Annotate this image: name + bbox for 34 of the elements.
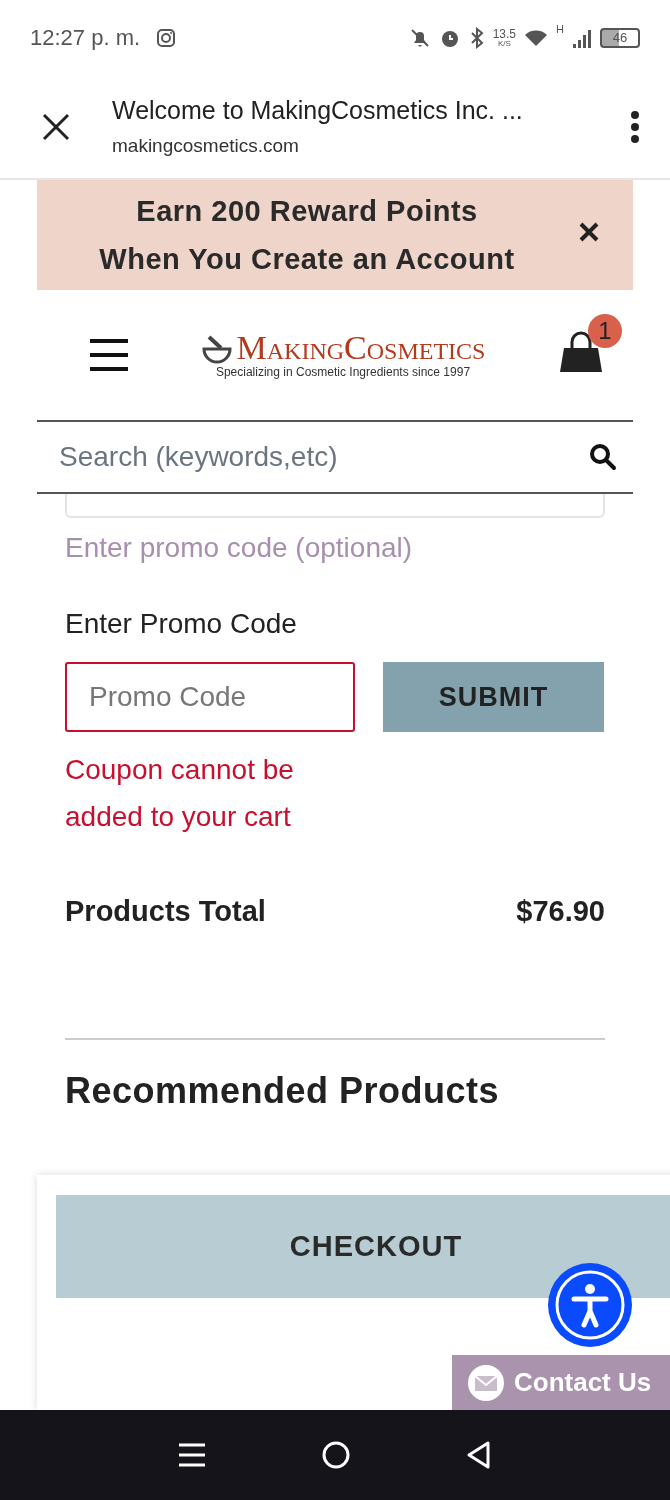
back-icon[interactable] xyxy=(467,1441,492,1469)
page-title: Welcome to MakingCosmetics Inc. ... xyxy=(112,96,524,125)
close-icon[interactable] xyxy=(42,112,70,141)
section-heading: Recommended Products xyxy=(65,1070,501,1112)
network-speed: 13.5 K/S xyxy=(492,27,517,48)
search-field[interactable]: Search (keywords,etc) xyxy=(59,441,589,473)
recent-apps-icon[interactable] xyxy=(178,1442,205,1468)
page-url: makingcosmetics.com xyxy=(112,135,300,157)
brand-tagline: Specializing in Cosmetic Ingredients since 1997 xyxy=(215,365,471,379)
submit-button[interactable]: SUBMIT xyxy=(383,662,604,732)
brand-logo[interactable]: MakingCosmetics xyxy=(236,331,486,365)
mortar-pestle-icon xyxy=(200,335,233,365)
close-icon[interactable] xyxy=(579,222,599,242)
checkout-button[interactable]: CHECKOUT xyxy=(56,1195,670,1298)
network-type: H xyxy=(556,22,564,35)
banner-text: When You Create an Account xyxy=(98,242,516,277)
promo-code-label: Enter Promo Code xyxy=(65,608,298,640)
status-time: 12:27 p. m. xyxy=(30,24,141,51)
text-field[interactable] xyxy=(65,494,605,518)
total-value: $76.90 xyxy=(516,895,605,928)
home-icon[interactable] xyxy=(322,1441,350,1469)
error-message: Coupon cannot be added to your cart xyxy=(65,753,295,834)
more-menu-icon[interactable] xyxy=(630,110,640,143)
promo-code-field[interactable]: Promo Code xyxy=(65,662,355,732)
bluetooth-icon xyxy=(468,26,485,49)
banner-text: Earn 200 Reward Points xyxy=(135,194,479,229)
search-icon[interactable] xyxy=(589,443,617,471)
muted-bell-icon xyxy=(408,26,431,49)
battery-level: 46 xyxy=(600,27,640,48)
envelope-icon xyxy=(468,1364,504,1401)
total-label: Products Total xyxy=(65,895,266,928)
camera-app-icon xyxy=(156,27,177,48)
cart-count-badge: 1 xyxy=(588,314,622,348)
menu-icon[interactable] xyxy=(90,338,128,372)
